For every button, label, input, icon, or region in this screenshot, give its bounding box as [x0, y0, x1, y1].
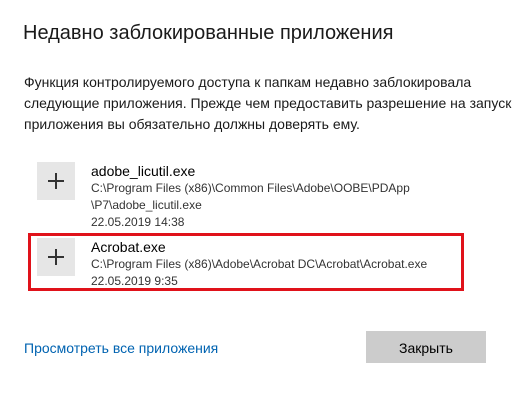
highlight-annotation-box [28, 233, 464, 291]
view-all-apps-link[interactable]: Просмотреть все приложения [24, 340, 218, 356]
app-path-continued: \P7\adobe_licutil.exe [91, 198, 202, 212]
plus-icon[interactable] [37, 162, 75, 200]
app-blocked-timestamp: 22.05.2019 14:38 [91, 215, 185, 229]
recently-blocked-apps-dialog: Недавно заблокированные приложения Функц… [0, 0, 530, 406]
blocked-app-details: adobe_licutil.exe C:\Program Files (x86)… [91, 162, 471, 231]
app-path: C:\Program Files (x86)\Common Files\Adob… [91, 181, 410, 195]
close-button[interactable]: Закрыть [366, 331, 486, 363]
dialog-description: Функция контролируемого доступа к папкам… [24, 74, 512, 132]
app-name: adobe_licutil.exe [91, 163, 196, 179]
dialog-title: Недавно заблокированные приложения [23, 22, 394, 44]
